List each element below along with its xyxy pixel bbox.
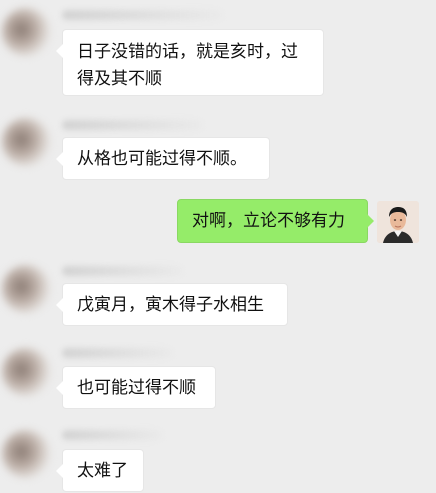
sender-name <box>62 266 182 276</box>
sender-avatar[interactable] <box>2 118 50 166</box>
sender-avatar[interactable] <box>2 8 50 56</box>
message-bubble-1[interactable]: 日子没错的话，就是亥时，过 得及其不顺 <box>56 29 324 96</box>
message-text: 也可能过得不顺 <box>77 378 196 397</box>
message-bubble-4[interactable]: 戊寅月，寅木得子水相生 <box>56 283 288 326</box>
sender-name <box>62 430 162 440</box>
self-avatar[interactable] <box>377 201 419 243</box>
sender-avatar[interactable] <box>2 430 50 478</box>
message-text-line: 日子没错的话，就是亥时，过 <box>77 42 298 61</box>
message-bubble-6[interactable]: 太难了 <box>56 449 144 492</box>
person-icon <box>377 201 419 243</box>
message-bubble-2[interactable]: 从格也可能过得不顺。 <box>56 137 270 180</box>
message-text: 太难了 <box>77 461 128 480</box>
message-text: 从格也可能过得不顺。 <box>77 149 247 168</box>
sender-name <box>62 120 202 130</box>
chat-window: 日子没错的话，就是亥时，过 得及其不顺 从格也可能过得不顺。 对啊，立论不够有力… <box>0 0 436 493</box>
sender-avatar[interactable] <box>2 265 50 313</box>
message-bubble-3[interactable]: 对啊，立论不够有力 <box>177 199 374 243</box>
sender-avatar[interactable] <box>2 348 50 396</box>
sender-name <box>62 10 222 20</box>
message-bubble-5[interactable]: 也可能过得不顺 <box>56 366 216 409</box>
message-text: 戊寅月，寅木得子水相生 <box>77 295 264 314</box>
message-text-line: 得及其不顺 <box>77 69 162 88</box>
sender-name <box>62 348 172 358</box>
message-text: 对啊，立论不够有力 <box>192 211 345 230</box>
